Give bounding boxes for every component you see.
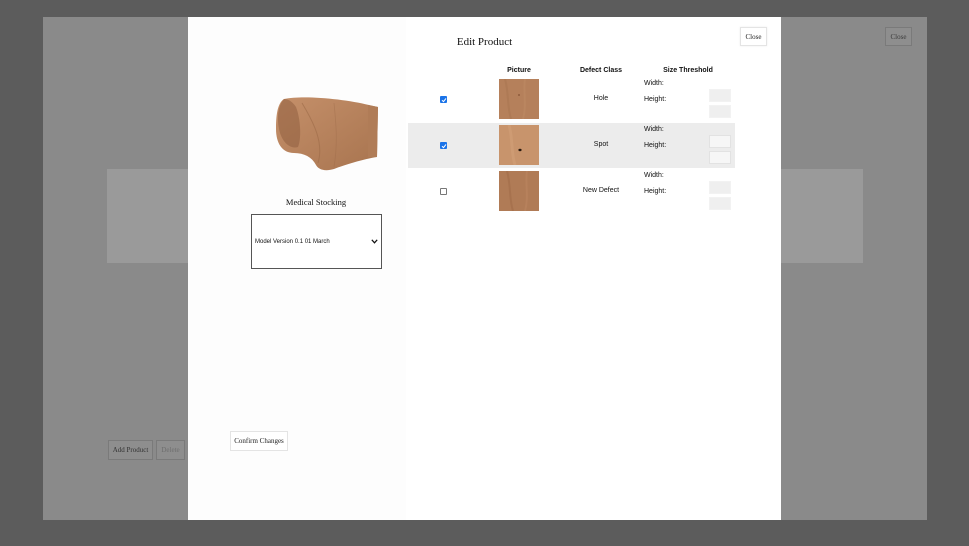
model-version-selected: Model Version 0.1 01 March — [255, 238, 330, 245]
modal-close-button[interactable]: Close — [740, 27, 767, 46]
height-label: Height: — [644, 142, 667, 149]
defect-picture — [499, 125, 539, 165]
defect-class-label: Hole — [593, 95, 609, 102]
defect-class-label: New Defect — [582, 187, 620, 194]
height-input[interactable] — [709, 151, 731, 164]
column-header-size-threshold: Size Threshold — [663, 67, 713, 74]
defect-picture — [499, 171, 539, 211]
checkmark-icon — [441, 143, 446, 148]
defect-row-hole: Hole Width: Height: — [408, 77, 735, 122]
column-header-picture: Picture — [507, 67, 531, 74]
height-label: Height: — [644, 188, 667, 195]
product-image — [276, 97, 378, 171]
width-label: Width: — [644, 126, 664, 133]
height-label: Height: — [644, 96, 667, 103]
defect-picture — [499, 79, 539, 119]
width-input[interactable] — [709, 135, 731, 148]
defect-checkbox[interactable] — [440, 188, 447, 195]
modal-title: Edit Product — [456, 36, 513, 48]
confirm-changes-button[interactable]: Confirm Changes — [230, 431, 288, 451]
defect-checkbox[interactable] — [440, 96, 447, 103]
model-version-select[interactable]: Model Version 0.1 01 March — [251, 214, 382, 269]
width-input[interactable] — [709, 89, 731, 102]
defect-row-spot: Spot Width: Height: — [408, 123, 735, 168]
column-header-defect-class: Defect Class — [579, 67, 623, 74]
chevron-down-icon — [370, 238, 378, 246]
checkmark-icon — [441, 97, 446, 102]
height-input[interactable] — [709, 197, 731, 210]
defect-class-label: Spot — [593, 141, 609, 148]
defect-checkbox[interactable] — [440, 142, 447, 149]
background-delete-button: Delete — [156, 440, 185, 460]
background-close-button: Close — [885, 27, 912, 46]
width-label: Width: — [644, 172, 664, 179]
product-name: Medical Stocking — [285, 197, 347, 207]
defect-row-new-defect: New Defect Width: Height: — [408, 169, 735, 214]
width-input[interactable] — [709, 181, 731, 194]
edit-product-modal: Edit Product Close Medical Stocking Mode… — [188, 17, 781, 520]
width-label: Width: — [644, 80, 664, 87]
background-add-product-button: Add Product — [108, 440, 153, 460]
height-input[interactable] — [709, 105, 731, 118]
